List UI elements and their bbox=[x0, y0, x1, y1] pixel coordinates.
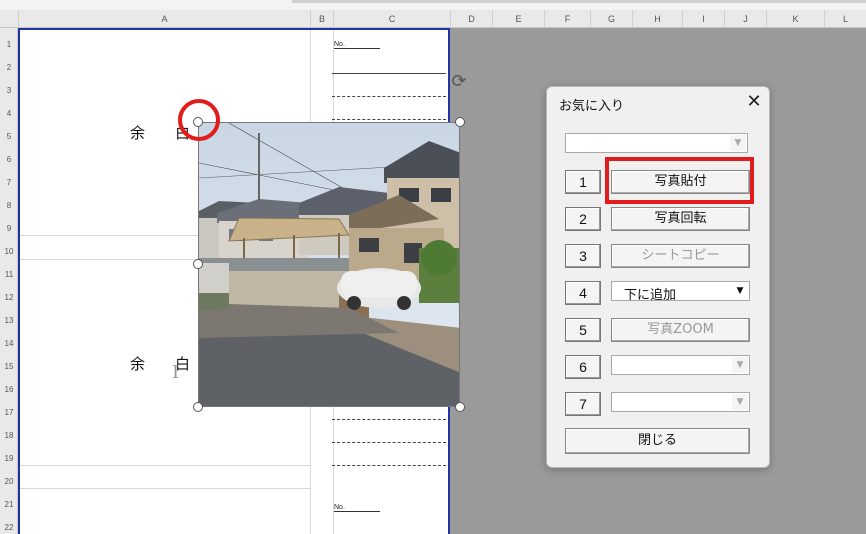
row-header[interactable]: 14 bbox=[0, 339, 18, 348]
gridline bbox=[18, 465, 310, 466]
close-dialog-button[interactable]: 閉じる bbox=[565, 428, 750, 454]
row-header[interactable]: 9 bbox=[0, 224, 18, 233]
combo-6[interactable]: ▼ bbox=[611, 355, 750, 375]
dotted-line bbox=[332, 119, 446, 120]
row-header[interactable]: 21 bbox=[0, 500, 18, 509]
column-header-g[interactable]: G bbox=[590, 10, 632, 28]
underline bbox=[332, 73, 446, 74]
row-header[interactable]: 8 bbox=[0, 201, 18, 210]
row-header[interactable]: 6 bbox=[0, 155, 18, 164]
sheet-copy-button[interactable]: シートコピー bbox=[611, 244, 750, 268]
row-header[interactable]: 10 bbox=[0, 247, 18, 256]
dotted-line bbox=[332, 96, 446, 97]
row-header[interactable]: 17 bbox=[0, 408, 18, 417]
number-button-5[interactable]: 5 bbox=[565, 318, 601, 342]
column-header-b[interactable]: B bbox=[310, 10, 333, 28]
column-header-c[interactable]: C bbox=[333, 10, 450, 28]
resize-handle-left[interactable] bbox=[193, 259, 203, 269]
favorites-dialog: お気に入り ✕ ▼ 1 写真貼付 2 写真回転 3 シートコピー 4 下に追加 … bbox=[546, 86, 770, 468]
number-button-1[interactable]: 1 bbox=[565, 170, 601, 194]
column-header-d[interactable]: D bbox=[450, 10, 492, 28]
dotted-line bbox=[332, 465, 446, 466]
row-header[interactable]: 3 bbox=[0, 86, 18, 95]
formula-bar-edge bbox=[292, 0, 866, 3]
row-header[interactable]: 22 bbox=[0, 523, 18, 532]
dotted-line bbox=[332, 442, 446, 443]
gridline bbox=[18, 488, 310, 489]
row-header[interactable]: 4 bbox=[0, 109, 18, 118]
number-button-4[interactable]: 4 bbox=[565, 281, 601, 305]
number-button-3[interactable]: 3 bbox=[565, 244, 601, 268]
top-combo[interactable]: ▼ bbox=[565, 133, 748, 153]
number-button-6[interactable]: 6 bbox=[565, 355, 601, 379]
highlight-box bbox=[605, 157, 754, 204]
row-header[interactable]: 11 bbox=[0, 270, 18, 279]
chevron-down-icon[interactable]: ▼ bbox=[732, 357, 748, 373]
add-below-combo-value: 下に追加 bbox=[624, 288, 677, 303]
column-header-bar: A B C D E F G H I J K L bbox=[0, 10, 866, 28]
highlight-circle bbox=[178, 99, 220, 141]
resize-handle-top-right[interactable] bbox=[455, 117, 465, 127]
number-button-7[interactable]: 7 bbox=[565, 392, 601, 416]
photo-zoom-button[interactable]: 写真ZOOM bbox=[611, 318, 750, 342]
chevron-down-icon[interactable]: ▼ bbox=[732, 394, 748, 410]
chevron-down-icon[interactable]: ▼ bbox=[732, 283, 748, 299]
column-header-k[interactable]: K bbox=[766, 10, 824, 28]
row-header[interactable]: 12 bbox=[0, 293, 18, 302]
row-header[interactable]: 15 bbox=[0, 362, 18, 371]
row-header-bar: 1 2 3 4 5 6 7 8 9 10 11 12 13 14 15 16 1… bbox=[0, 28, 18, 534]
row-header[interactable]: 13 bbox=[0, 316, 18, 325]
text-cursor-icon: I bbox=[172, 362, 180, 383]
blank-label-bottom: 余 白 bbox=[130, 355, 191, 373]
ribbon-bottom-strip bbox=[0, 0, 866, 10]
column-header-i[interactable]: I bbox=[682, 10, 724, 28]
chevron-down-icon[interactable]: ▼ bbox=[730, 135, 746, 151]
add-below-combo[interactable]: 下に追加 ▼ bbox=[611, 281, 750, 303]
column-header-l[interactable]: L bbox=[824, 10, 866, 28]
row-header[interactable]: 18 bbox=[0, 431, 18, 440]
house-photo-image bbox=[199, 123, 459, 406]
photo-number-label: No. bbox=[334, 41, 380, 49]
row-header[interactable]: 2 bbox=[0, 63, 18, 72]
rotate-handle-icon[interactable]: ⟳ bbox=[449, 72, 469, 92]
photo-number-label: No. bbox=[334, 504, 380, 512]
row-header[interactable]: 16 bbox=[0, 385, 18, 394]
column-header-f[interactable]: F bbox=[544, 10, 590, 28]
print-area-border bbox=[18, 28, 450, 30]
print-area-border bbox=[18, 28, 20, 534]
row-header[interactable]: 19 bbox=[0, 454, 18, 463]
column-header-j[interactable]: J bbox=[724, 10, 766, 28]
row-header[interactable]: 7 bbox=[0, 178, 18, 187]
number-button-2[interactable]: 2 bbox=[565, 207, 601, 231]
resize-handle-bottom[interactable] bbox=[455, 402, 465, 412]
row-header[interactable]: 1 bbox=[0, 40, 18, 49]
resize-handle-bottom-left[interactable] bbox=[193, 402, 203, 412]
column-header-h[interactable]: H bbox=[632, 10, 682, 28]
combo-7[interactable]: ▼ bbox=[611, 392, 750, 412]
inserted-photo[interactable] bbox=[198, 122, 460, 407]
row-header[interactable]: 20 bbox=[0, 477, 18, 486]
rotate-photo-button[interactable]: 写真回転 bbox=[611, 207, 750, 231]
close-icon[interactable]: ✕ bbox=[743, 91, 765, 113]
row-header[interactable]: 5 bbox=[0, 132, 18, 141]
dialog-title: お気に入り bbox=[559, 99, 625, 114]
column-header-e[interactable]: E bbox=[492, 10, 544, 28]
dotted-line bbox=[332, 419, 446, 420]
column-header-a[interactable]: A bbox=[18, 10, 310, 28]
